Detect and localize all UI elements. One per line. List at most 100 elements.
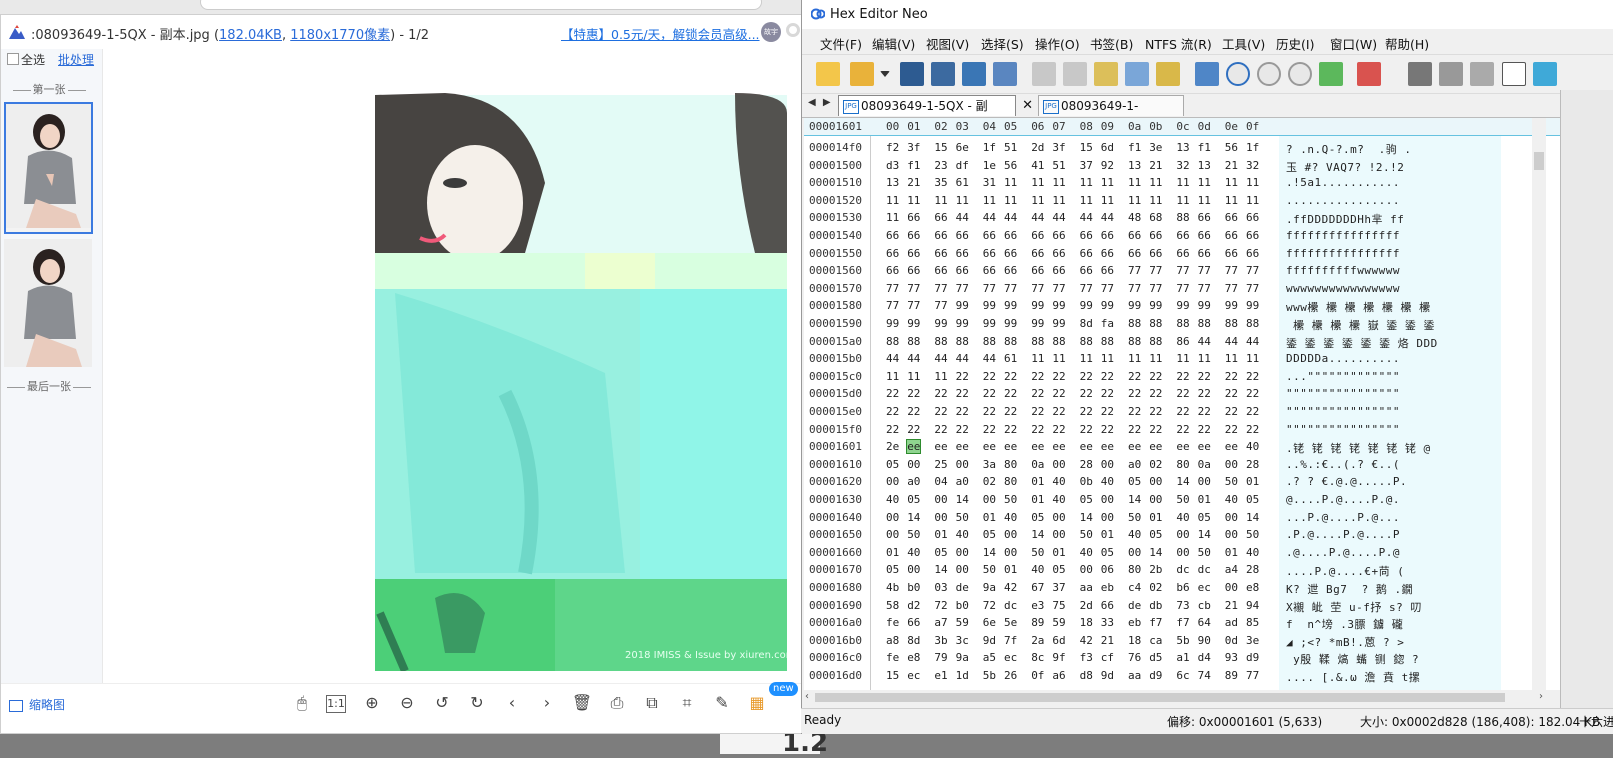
hex-byte[interactable]: 99 xyxy=(1246,299,1259,312)
ascii-text[interactable]: wwwwwwwwwwwwwwww xyxy=(1286,282,1400,295)
hex-byte[interactable]: f1 xyxy=(907,159,920,172)
hex-byte[interactable]: 44 xyxy=(1101,211,1114,224)
hex-byte[interactable]: 77 xyxy=(934,282,947,295)
hex-byte[interactable]: 66 xyxy=(1176,229,1189,242)
hex-byte[interactable]: 00 xyxy=(1052,511,1065,524)
hex-byte[interactable]: 6e xyxy=(956,141,969,154)
previous-image-icon[interactable]: ‹ xyxy=(501,692,523,714)
open-dropdown-icon[interactable] xyxy=(880,71,890,77)
hex-byte[interactable]: 50 xyxy=(1176,493,1189,506)
hex-byte[interactable]: 44 xyxy=(956,211,969,224)
hex-byte[interactable]: 13 xyxy=(1176,141,1189,154)
hex-byte[interactable]: ee xyxy=(1128,440,1141,453)
hex-byte[interactable]: 00 xyxy=(886,528,899,541)
hex-byte[interactable]: 28 xyxy=(1246,563,1259,576)
hex-byte[interactable]: 22 xyxy=(1176,387,1189,400)
hex-row[interactable]: 000016d0 15 ec e1 1d 5b 26 0f a6 d8 9d aa d9 6c 74 89 77… xyxy=(804,667,1561,684)
ascii-text[interactable]: ffffffffffwwwwww xyxy=(1286,264,1400,277)
hex-byte[interactable]: 22 xyxy=(1225,405,1238,418)
hex-byte[interactable]: 99 xyxy=(907,317,920,330)
hex-byte[interactable]: 40 xyxy=(1031,563,1044,576)
ascii-text[interactable]: ................ xyxy=(1286,194,1400,207)
hex-byte[interactable]: 01 xyxy=(1225,546,1238,559)
hex-byte[interactable]: 13 xyxy=(1198,159,1211,172)
hex-byte[interactable]: 22 xyxy=(956,405,969,418)
hex-byte[interactable]: 00 xyxy=(1225,458,1238,471)
hex-byte[interactable]: a0 xyxy=(1128,458,1141,471)
hex-byte[interactable]: aa xyxy=(1128,669,1141,682)
hex-byte[interactable]: eb xyxy=(1101,581,1114,594)
hex-byte[interactable]: 22 xyxy=(886,387,899,400)
hex-byte[interactable]: fe xyxy=(886,651,899,664)
hex-byte[interactable]: 11 xyxy=(907,370,920,383)
hex-byte[interactable]: 6d xyxy=(1052,634,1065,647)
hex-byte[interactable]: 77 xyxy=(886,299,899,312)
hex-byte[interactable]: 11 xyxy=(1101,352,1114,365)
hex-byte[interactable]: 33 xyxy=(1101,616,1114,629)
hex-byte[interactable]: 22 xyxy=(886,423,899,436)
hex-byte[interactable]: d8 xyxy=(1080,669,1093,682)
hex-byte[interactable]: 11 xyxy=(1225,194,1238,207)
hex-byte[interactable]: 66 xyxy=(1149,247,1162,260)
hex-byte[interactable]: 15 xyxy=(886,669,899,682)
hex-byte[interactable]: de xyxy=(956,581,969,594)
hex-byte[interactable]: 88 xyxy=(1149,335,1162,348)
hex-byte[interactable]: 11 xyxy=(1080,194,1093,207)
ascii-text[interactable]: .铑 铑 铑 铑 铑 铑 铑 @ xyxy=(1286,440,1431,456)
hex-byte[interactable]: 88 xyxy=(1101,335,1114,348)
hex-byte[interactable]: 99 xyxy=(1198,299,1211,312)
hex-byte[interactable]: 00 xyxy=(886,511,899,524)
hex-byte[interactable]: ee xyxy=(1101,440,1114,453)
hex-byte[interactable]: 22 xyxy=(1128,423,1141,436)
hex-byte[interactable]: 89 xyxy=(1225,669,1238,682)
ascii-text[interactable]: y殷 鞣 熇 蟕 铡 鍃 ? xyxy=(1286,651,1419,667)
hex-byte[interactable]: ee xyxy=(1176,440,1189,453)
hex-byte[interactable]: 11 xyxy=(956,194,969,207)
zoom-out-icon[interactable]: ⊖ xyxy=(396,692,418,714)
ascii-text[interactable]: .@....P.@....P.@ xyxy=(1286,546,1400,559)
hex-byte[interactable]: 6e xyxy=(983,616,996,629)
hex-byte[interactable]: db xyxy=(1149,599,1162,612)
hex-byte[interactable]: ca xyxy=(1149,634,1162,647)
hex-byte[interactable]: 22 xyxy=(1052,423,1065,436)
hex-byte[interactable]: 22 xyxy=(1004,370,1017,383)
hex-byte[interactable]: 14 xyxy=(983,546,996,559)
hex-byte[interactable]: 00 xyxy=(956,563,969,576)
hex-byte[interactable]: 99 xyxy=(983,317,996,330)
hex-byte[interactable]: 22 xyxy=(934,423,947,436)
hex-byte[interactable]: 1f xyxy=(1246,141,1259,154)
hex-byte[interactable]: 0b xyxy=(1080,475,1093,488)
undo-icon[interactable] xyxy=(1032,62,1056,86)
hex-row[interactable]: 00001520 11 11 11 11 11 11 11 11 11 11 11 11 11 11 11 11… xyxy=(804,192,1561,209)
hex-byte[interactable]: 05 xyxy=(1128,475,1141,488)
hex-byte[interactable]: 13 xyxy=(1128,159,1141,172)
hex-byte[interactable]: 02 xyxy=(1149,458,1162,471)
hex-byte[interactable]: d5 xyxy=(1149,651,1162,664)
hex-byte[interactable]: 88 xyxy=(934,335,947,348)
hex-byte[interactable]: a1 xyxy=(1176,651,1189,664)
hex-byte[interactable]: 50 xyxy=(1225,475,1238,488)
hex-byte[interactable]: 11 xyxy=(1176,352,1189,365)
hex-byte[interactable]: 9a xyxy=(983,581,996,594)
hex-horizontal-scrollbar[interactable]: ‹ › xyxy=(803,690,1545,706)
hex-byte[interactable]: 66 xyxy=(1004,247,1017,260)
hex-byte[interactable]: ee xyxy=(1052,440,1065,453)
hex-byte[interactable]: 59 xyxy=(1052,616,1065,629)
hex-byte[interactable]: 58 xyxy=(886,599,899,612)
hex-byte[interactable]: 88 xyxy=(1128,335,1141,348)
hex-byte[interactable]: 40 xyxy=(1004,511,1017,524)
full-screen-icon[interactable] xyxy=(1533,62,1557,86)
hex-byte[interactable]: 99 xyxy=(1052,317,1065,330)
hex-byte[interactable]: a6 xyxy=(1052,669,1065,682)
hex-byte[interactable]: ee xyxy=(1225,440,1238,453)
hex-byte[interactable]: 00 xyxy=(1101,493,1114,506)
hex-byte[interactable]: c4 xyxy=(1128,581,1141,594)
hex-byte[interactable]: 11 xyxy=(1225,352,1238,365)
ascii-text[interactable]: K? 迣 Bg7 ? 鹅 .鐗 xyxy=(1286,581,1413,597)
hex-byte[interactable]: 05 xyxy=(886,458,899,471)
hex-byte[interactable]: 11 xyxy=(1176,194,1189,207)
hex-byte[interactable]: 11 xyxy=(1031,352,1044,365)
hex-byte[interactable]: 22 xyxy=(1149,387,1162,400)
hex-byte[interactable]: d9 xyxy=(1246,651,1259,664)
hex-byte[interactable]: 22 xyxy=(1080,370,1093,383)
